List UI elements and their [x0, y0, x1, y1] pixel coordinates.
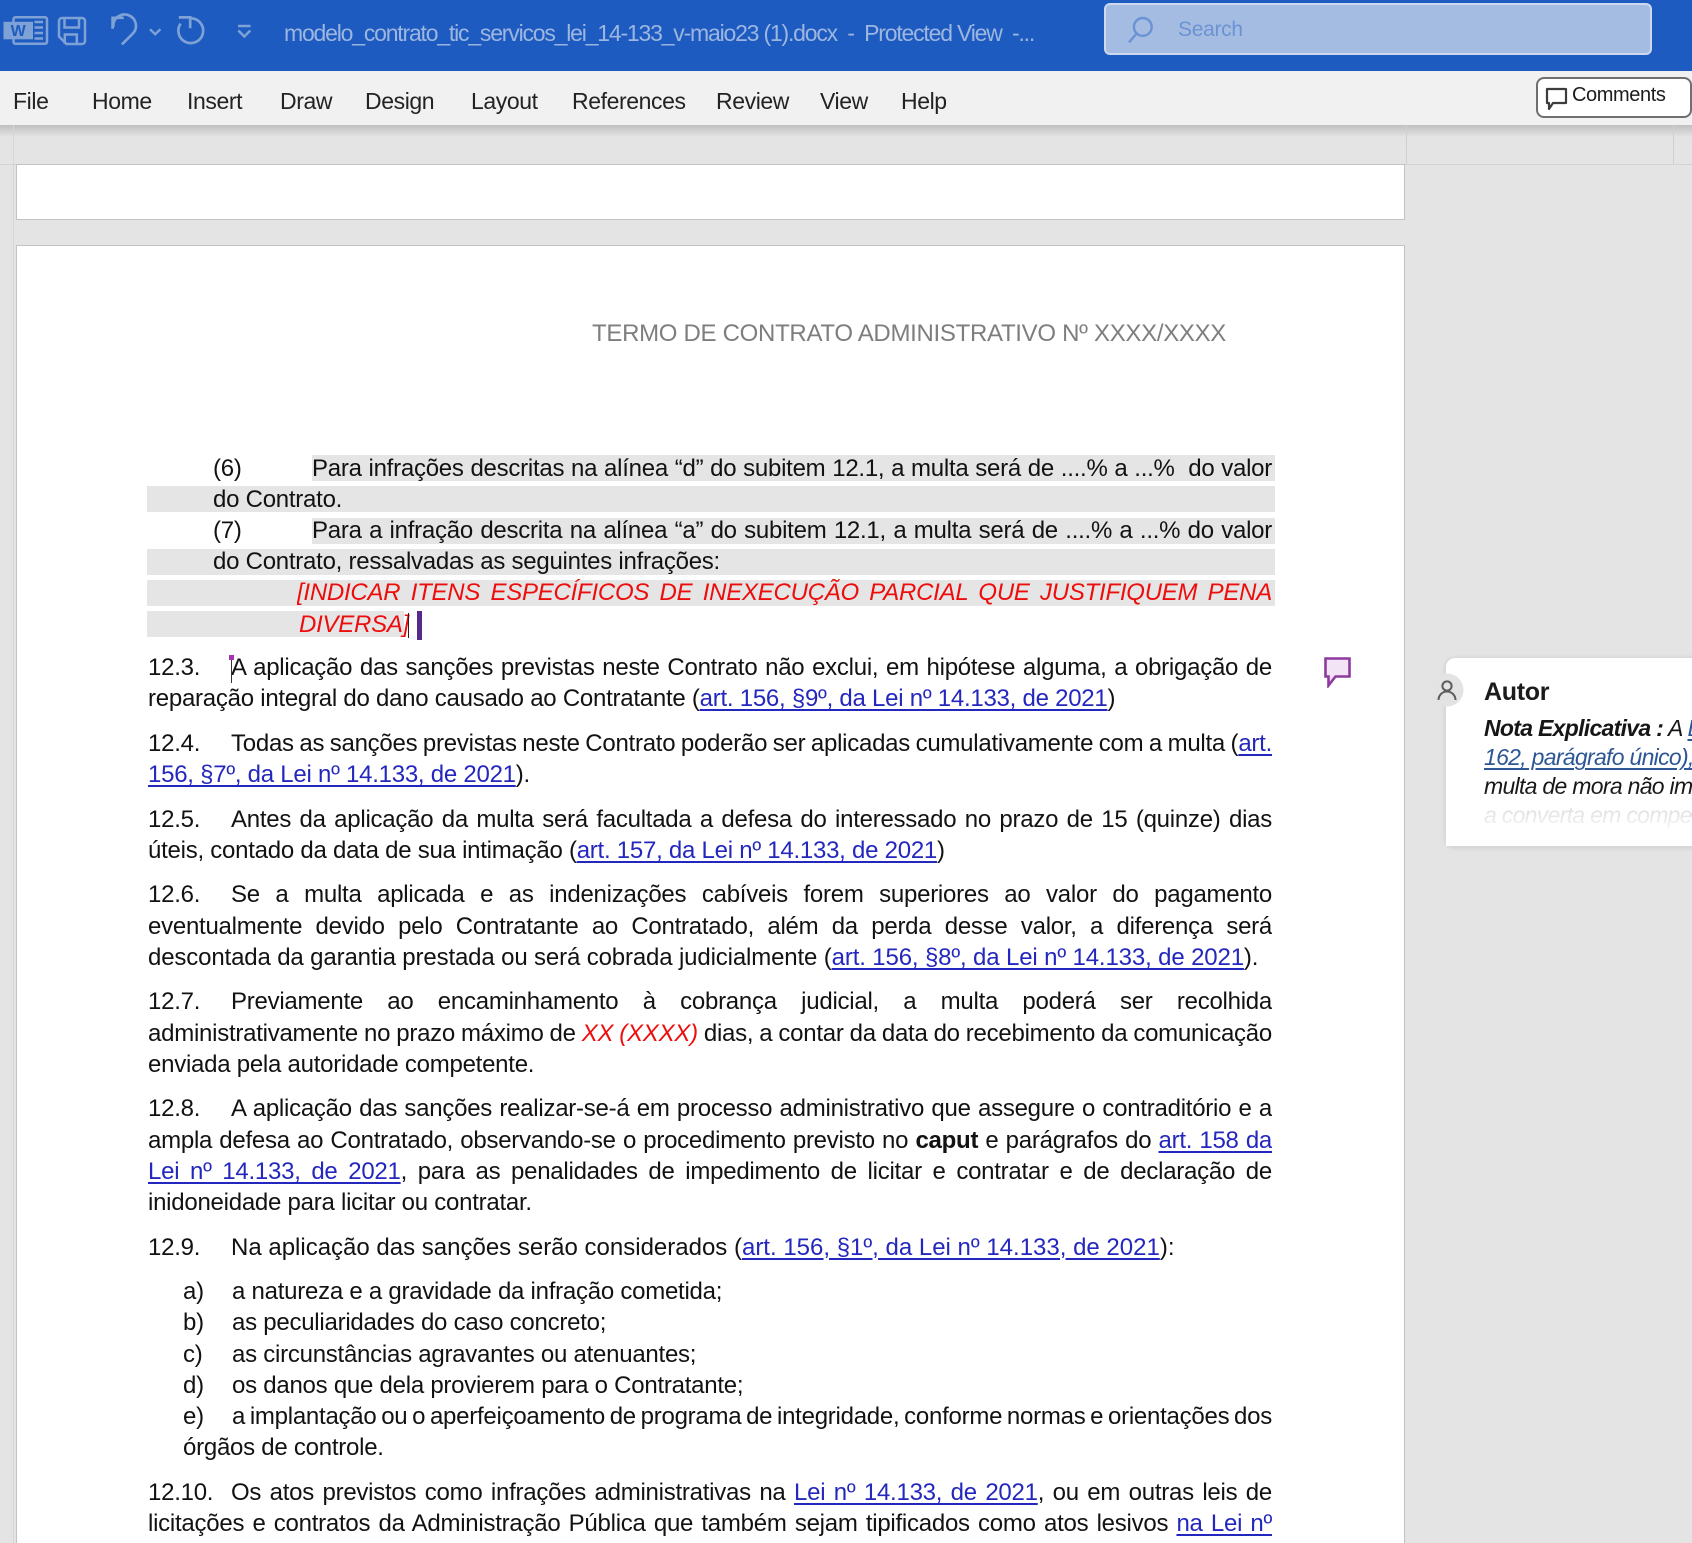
svg-text:W: W — [11, 23, 27, 40]
